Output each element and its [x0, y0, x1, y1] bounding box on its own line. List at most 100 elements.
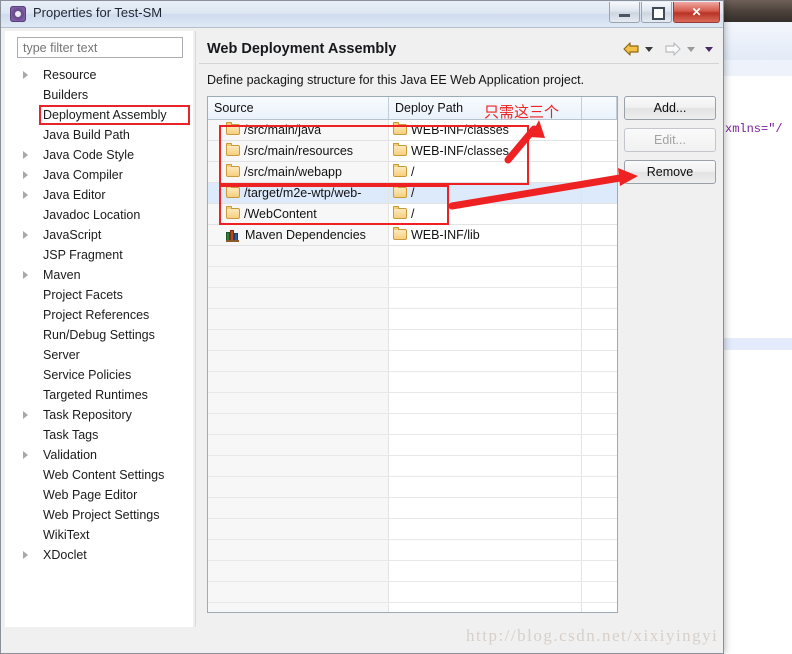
table-empty-row[interactable]: [208, 582, 617, 603]
table-row[interactable]: /WebContent /: [208, 204, 617, 225]
background-highlight-line: [716, 338, 792, 350]
cell-deploy-path-label: /: [411, 207, 415, 221]
expand-triangle-icon[interactable]: [23, 231, 28, 239]
table-empty-row[interactable]: [208, 477, 617, 498]
table-row[interactable]: /src/main/java WEB-INF/classes: [208, 120, 617, 141]
cell-source: /src/main/webapp: [208, 162, 389, 182]
sidebar-item-validation[interactable]: Validation: [17, 445, 193, 465]
table-empty-row[interactable]: [208, 519, 617, 540]
table-row[interactable]: Maven Dependencies WEB-INF/lib: [208, 225, 617, 246]
sidebar-item-resource[interactable]: Resource: [17, 65, 193, 85]
table-empty-row[interactable]: [208, 456, 617, 477]
expand-triangle-icon[interactable]: [23, 191, 28, 199]
sidebar-item-label: JSP Fragment: [43, 248, 123, 262]
sidebar-item-javascript[interactable]: JavaScript: [17, 225, 193, 245]
folder-icon: [393, 227, 407, 240]
add-button[interactable]: Add...: [624, 96, 716, 120]
table-empty-row[interactable]: [208, 246, 617, 267]
sidebar-item-maven[interactable]: Maven: [17, 265, 193, 285]
expand-triangle-icon[interactable]: [23, 411, 28, 419]
restore-button[interactable]: [641, 2, 672, 23]
sidebar-item-service-policies[interactable]: Service Policies: [17, 365, 193, 385]
cell-source: /WebContent: [208, 204, 389, 224]
expand-triangle-icon[interactable]: [23, 451, 28, 459]
table-empty-row[interactable]: [208, 372, 617, 393]
table-row[interactable]: /src/main/webapp /: [208, 162, 617, 183]
sidebar-item-run-debug-settings[interactable]: Run/Debug Settings: [17, 325, 193, 345]
sidebar-item-server[interactable]: Server: [17, 345, 193, 365]
table-empty-row[interactable]: [208, 498, 617, 519]
close-button[interactable]: ✕: [673, 2, 720, 23]
sidebar-item-project-facets[interactable]: Project Facets: [17, 285, 193, 305]
settings-tree[interactable]: Resource Builders Deployment Assembly Java …: [17, 65, 193, 565]
column-header-extra[interactable]: [582, 97, 617, 119]
back-menu-chevron-down-icon[interactable]: [645, 46, 653, 52]
sidebar-item-web-page-editor[interactable]: Web Page Editor: [17, 485, 193, 505]
annotation-note-text: 只需这三个: [484, 103, 560, 121]
sidebar-item-xdoclet[interactable]: XDoclet: [17, 545, 193, 565]
cell-extra: [582, 183, 617, 203]
sidebar-item-wikitext[interactable]: WikiText: [17, 525, 193, 545]
table-empty-row[interactable]: [208, 351, 617, 372]
sidebar-item-web-content-settings[interactable]: Web Content Settings: [17, 465, 193, 485]
table-empty-row[interactable]: [208, 561, 617, 582]
sidebar-item-jsp-fragment[interactable]: JSP Fragment: [17, 245, 193, 265]
sidebar-item-label: Targeted Runtimes: [43, 388, 148, 402]
table-empty-row[interactable]: [208, 435, 617, 456]
sidebar-item-label: Maven: [43, 268, 81, 282]
expand-triangle-icon[interactable]: [23, 171, 28, 179]
dialog-titlebar[interactable]: Properties for Test-SM ✕: [1, 1, 723, 28]
sidebar-item-java-code-style[interactable]: Java Code Style: [17, 145, 193, 165]
remove-button[interactable]: Remove: [624, 160, 716, 184]
cell-source-label: Maven Dependencies: [245, 228, 366, 242]
folder-icon: [226, 122, 240, 135]
sidebar-item-deployment-assembly[interactable]: Deployment Assembly: [17, 105, 193, 125]
folder-icon: [393, 143, 407, 156]
filter-input[interactable]: [17, 37, 183, 58]
sidebar-item-label: Run/Debug Settings: [43, 328, 155, 342]
sidebar-item-project-references[interactable]: Project References: [17, 305, 193, 325]
sidebar-item-label: Server: [43, 348, 80, 362]
expand-triangle-icon[interactable]: [23, 271, 28, 279]
expand-triangle-icon[interactable]: [23, 71, 28, 79]
column-header-source[interactable]: Source: [208, 97, 389, 119]
table-empty-row[interactable]: [208, 414, 617, 435]
sidebar-item-label: Task Tags: [43, 428, 99, 442]
settings-page: Web Deployment Assembly Define packaging…: [199, 31, 719, 627]
table-empty-row[interactable]: [208, 288, 617, 309]
view-menu-chevron-down-icon[interactable]: [705, 46, 713, 52]
table-empty-row[interactable]: [208, 267, 617, 288]
sidebar-item-task-repository[interactable]: Task Repository: [17, 405, 193, 425]
assembly-table[interactable]: Source Deploy Path /src/main/java WEB-INF…: [207, 96, 618, 613]
window-controls: ✕: [609, 2, 720, 23]
cell-deploy-path-label: WEB-INF/classes: [411, 144, 509, 158]
cell-extra: [582, 225, 617, 245]
table-row[interactable]: /src/main/resources WEB-INF/classes: [208, 141, 617, 162]
table-empty-row[interactable]: [208, 393, 617, 414]
cell-deploy-path: /: [389, 162, 582, 182]
sidebar-item-builders[interactable]: Builders: [17, 85, 193, 105]
sidebar-item-task-tags[interactable]: Task Tags: [17, 425, 193, 445]
table-empty-row[interactable]: [208, 309, 617, 330]
sidebar-item-label: JavaScript: [43, 228, 102, 242]
expand-triangle-icon[interactable]: [23, 151, 28, 159]
back-arrow-icon[interactable]: [621, 41, 641, 57]
table-empty-row[interactable]: [208, 540, 617, 561]
sidebar-item-web-project-settings[interactable]: Web Project Settings: [17, 505, 193, 525]
minimize-button[interactable]: [609, 2, 640, 23]
sidebar-item-java-editor[interactable]: Java Editor: [17, 185, 193, 205]
sidebar-item-java-build-path[interactable]: Java Build Path: [17, 125, 193, 145]
expand-triangle-icon[interactable]: [23, 551, 28, 559]
cell-extra: [582, 120, 617, 140]
cell-deploy-path: /: [389, 204, 582, 224]
sidebar-item-label: Resource: [43, 68, 97, 82]
forward-arrow-icon: [665, 42, 681, 56]
table-empty-row[interactable]: [208, 603, 617, 612]
sidebar-item-java-compiler[interactable]: Java Compiler: [17, 165, 193, 185]
sidebar-item-targeted-runtimes[interactable]: Targeted Runtimes: [17, 385, 193, 405]
cell-extra: [582, 162, 617, 182]
table-row[interactable]: /target/m2e-wtp/web- /: [208, 183, 617, 204]
restore-icon: [652, 7, 665, 20]
table-empty-row[interactable]: [208, 330, 617, 351]
sidebar-item-javadoc-location[interactable]: Javadoc Location: [17, 205, 193, 225]
